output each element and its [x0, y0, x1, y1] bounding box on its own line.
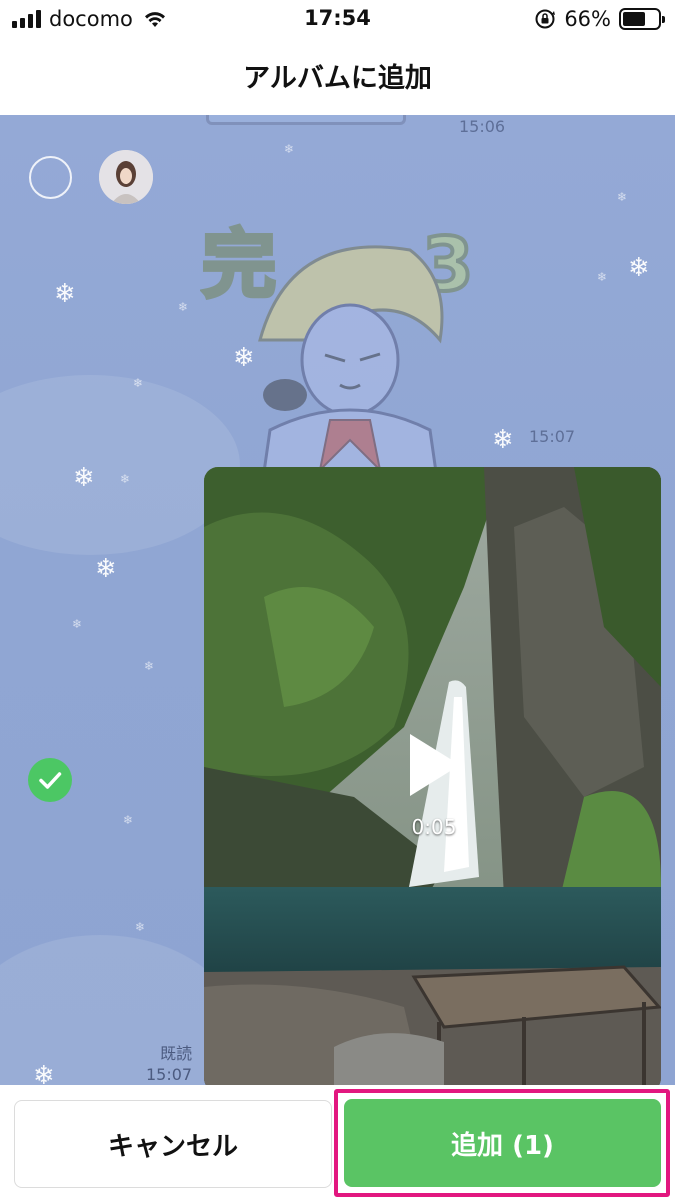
snowflake-icon: ❄ — [284, 142, 295, 156]
snowflake-icon: ❄ — [492, 425, 514, 455]
snowflake-icon: ❄ — [120, 472, 131, 486]
snowflake-icon: ❄ — [123, 813, 134, 827]
snowflake-icon: ❄ — [597, 270, 608, 284]
snowflake-icon: ❄ — [178, 300, 189, 314]
sticker-image[interactable]: 完 3 — [200, 170, 490, 500]
snowflake-icon: ❄ — [617, 190, 628, 204]
snowflake-icon: ❄ — [135, 920, 146, 934]
play-icon[interactable] — [404, 730, 464, 800]
snowflake-icon: ❄ — [233, 343, 255, 373]
message-time: 15:07 — [529, 427, 576, 446]
avatar[interactable] — [99, 150, 153, 204]
chat-area[interactable]: 15:06 完 3 15:07 ❄ ❄ ❄ ❄ ❄ ❄ ❄ ❄ ❄ ❄ ❄ ❄ … — [0, 115, 675, 1085]
video-duration: 0:05 — [411, 815, 457, 839]
battery-percent: 66% — [564, 7, 611, 31]
snowflake-icon: ❄ — [133, 376, 144, 390]
snowflake-icon: ❄ — [72, 617, 83, 631]
checkmark-icon — [39, 772, 62, 789]
message-time: 15:06 — [459, 117, 506, 136]
add-button[interactable]: 追加 (1) — [344, 1099, 661, 1187]
svg-text:完: 完 — [202, 222, 276, 308]
cancel-button[interactable]: キャンセル — [14, 1100, 332, 1188]
snowflake-icon: ❄ — [628, 253, 650, 283]
read-status: 既読 15:07 — [146, 1043, 192, 1085]
read-label: 既読 — [160, 1044, 193, 1063]
snowflake-icon: ❄ — [33, 1061, 55, 1085]
message-time: 15:07 — [146, 1065, 193, 1084]
action-bar: キャンセル 追加 (1) — [0, 1085, 675, 1200]
snowflake-icon: ❄ — [73, 463, 95, 493]
battery-level — [623, 12, 646, 26]
status-bar: docomo 17:54 66% — [0, 0, 675, 38]
snowflake-icon: ❄ — [54, 279, 76, 309]
lock-rotation-icon — [535, 9, 556, 29]
battery-icon — [619, 8, 665, 30]
header: アルバムに追加 — [0, 38, 675, 115]
snowflake-icon: ❄ — [95, 554, 117, 584]
page-title: アルバムに追加 — [243, 63, 432, 94]
selected-checkmark[interactable] — [28, 758, 72, 802]
status-right: 66% — [534, 6, 665, 32]
avatar-image — [99, 150, 153, 204]
previous-message-bubble — [206, 115, 406, 125]
snowflake-icon: ❄ — [144, 659, 155, 673]
select-radio[interactable] — [29, 156, 72, 199]
